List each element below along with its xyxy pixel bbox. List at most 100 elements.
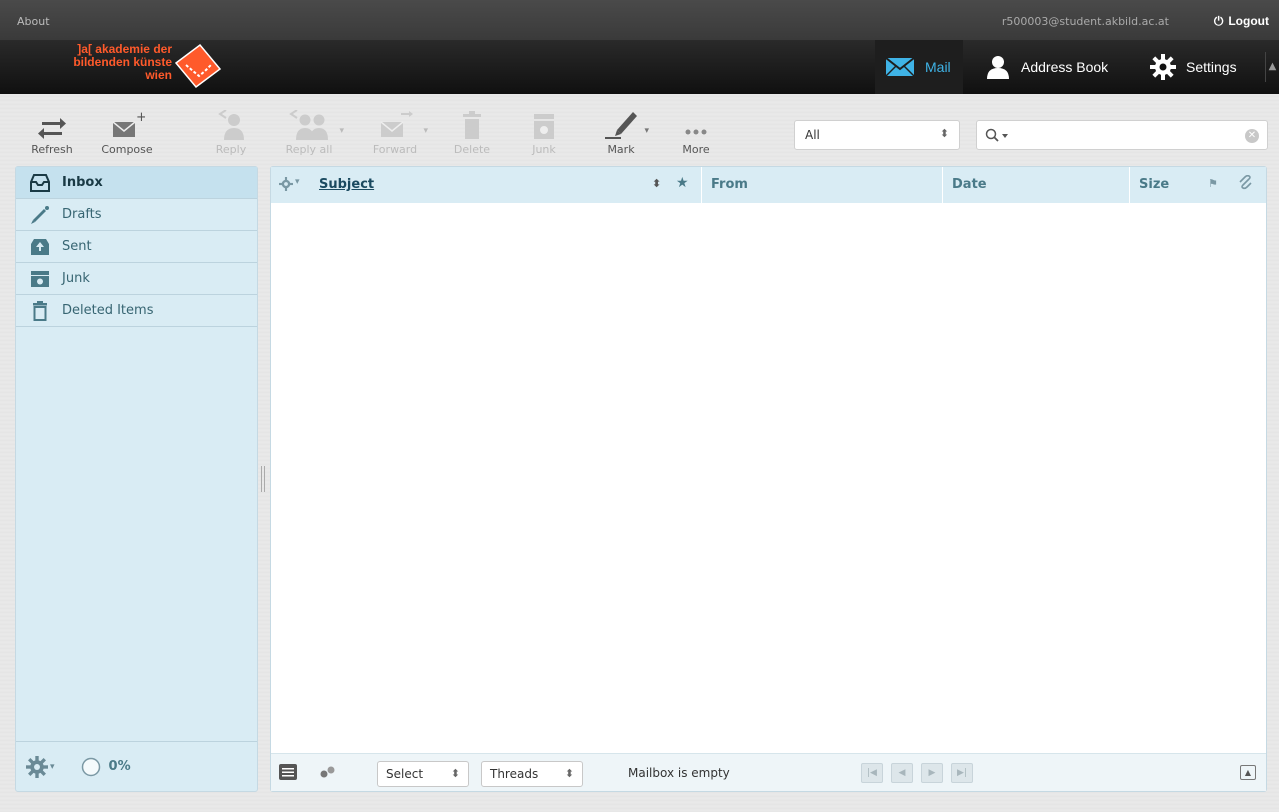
top-line: About r500003@student.akbild.ac.at ⏻ Logo… [0,0,1279,40]
tab-mail-label: Mail [925,59,951,75]
logo[interactable]: ]a[ akademie der bildenden künste wien [36,40,230,94]
next-page-button[interactable]: ▶ [921,763,943,783]
last-page-button[interactable]: ▶| [951,763,973,783]
column-date[interactable]: Date [952,177,987,192]
folder-list: Inbox Drafts Sent Junk Deleted Items ▾ 0… [15,166,258,792]
list-view-icon[interactable] [279,764,297,783]
refresh-icon [38,118,66,139]
header: ]a[ akademie der bildenden künste wien M… [0,40,1279,94]
reply-button[interactable]: Reply [206,108,256,158]
column-separator [942,167,943,203]
list-header: ▾ Subject ⬍ ★ From Date Size ⚑ [271,167,1266,203]
envelope-icon [885,57,915,77]
svg-text:+: + [136,110,145,125]
more-dots-icon [685,129,707,135]
tab-settings[interactable]: Settings [1140,40,1266,94]
delete-button[interactable]: Delete [448,108,496,158]
person-icon [987,56,1009,79]
more-button[interactable]: More [672,108,720,158]
list-options-button[interactable]: ▾ [279,177,300,195]
reply-all-icon [289,110,328,140]
folder-deleted-items[interactable]: Deleted Items [16,295,257,327]
quota-pie-icon [81,757,100,776]
folder-settings-button[interactable]: ▾ [26,755,55,778]
folder-drafts[interactable]: Drafts [16,199,257,231]
sent-icon [30,237,50,257]
forward-label: Forward [372,143,418,156]
refresh-label: Refresh [31,143,73,156]
reply-all-label: Reply all [285,143,333,156]
forward-icon [380,111,413,137]
junk-icon [30,269,50,289]
quota-display: 0% [81,757,131,777]
chevron-down-icon: ▾ [295,177,300,187]
folder-label: Junk [62,271,90,286]
mark-button[interactable]: Mark ▾ [597,108,649,158]
folder-junk[interactable]: Junk [16,263,257,295]
delete-label: Delete [453,143,491,156]
pencil-icon [30,205,50,225]
tab-address-book[interactable]: Address Book [975,40,1133,94]
compose-label: Compose [101,143,153,156]
reply-all-button[interactable]: Reply all ▾ [278,108,344,158]
mark-dropdown-icon: ▾ [644,126,649,136]
tab-mail[interactable]: Mail [875,40,963,94]
message-list: ▾ Subject ⬍ ★ From Date Size ⚑ Select ⬍ … [270,166,1267,792]
select-label: Select [386,767,424,781]
junk-label: Junk [532,143,556,156]
mailbox-status: Mailbox is empty [628,766,730,780]
forward-button[interactable]: Forward ▾ [366,108,428,158]
threads-toggle-icon[interactable] [319,765,337,782]
marker-icon [605,112,637,139]
folder-label: Deleted Items [62,303,154,318]
chevron-down-icon: ▾ [50,761,55,772]
clear-search-icon[interactable]: ✕ [1245,129,1259,143]
reply-icon [218,110,244,140]
tab-address-book-label: Address Book [1021,59,1109,75]
panel-splitter[interactable] [261,466,265,492]
gear-icon [279,177,293,191]
select-arrows-icon: ⬍ [564,767,574,780]
select-arrows-icon: ⬍ [450,767,460,780]
folder-sent[interactable]: Sent [16,231,257,263]
compose-icon: + [112,110,145,137]
star-icon[interactable]: ★ [676,175,689,191]
gear-icon [1150,54,1176,80]
sort-arrows-icon[interactable]: ⬍ [652,177,661,190]
select-dropdown[interactable]: Select ⬍ [377,761,469,787]
flag-icon[interactable]: ⚑ [1208,177,1218,190]
forward-dropdown-icon: ▾ [423,126,428,136]
column-subject[interactable]: Subject [319,177,374,192]
folder-footer: ▾ 0% [16,741,257,791]
select-arrows-icon: ⬍ [939,127,949,140]
preview-toggle-icon[interactable]: ▲ [1240,765,1256,780]
column-from[interactable]: From [711,177,748,192]
first-page-button[interactable]: |◀ [861,763,883,783]
username: r500003@student.akbild.ac.at [1001,15,1169,28]
attachment-icon[interactable] [1238,174,1252,195]
compose-button[interactable]: + Compose [92,108,162,158]
about-link[interactable]: About [17,15,50,28]
column-size[interactable]: Size [1139,177,1169,192]
folder-inbox[interactable]: Inbox [16,167,257,199]
filter-select[interactable]: All ⬍ [794,120,960,150]
refresh-button[interactable]: Refresh [22,108,82,158]
reply-label: Reply [215,143,247,156]
logout-button[interactable]: ⏻ Logout [1214,14,1269,29]
folder-label: Inbox [62,175,103,190]
folder-label: Sent [62,239,92,254]
junk-button[interactable]: Junk [522,108,566,158]
search-icon[interactable] [985,128,1011,147]
tab-settings-label: Settings [1186,59,1237,75]
filter-value: All [805,128,820,142]
power-icon: ⏻ [1213,14,1224,28]
logo-mark-icon [174,43,222,89]
threads-dropdown[interactable]: Threads ⬍ [481,761,583,787]
logo-text: ]a[ akademie der bildenden künste wien [36,43,172,82]
previous-page-button[interactable]: ◀ [891,763,913,783]
quota-text: 0% [108,759,131,774]
search-input[interactable]: ✕ [976,120,1268,150]
mark-label: Mark [607,143,635,156]
trash-icon [463,111,481,139]
collapse-arrow-icon[interactable]: ▲ [1265,52,1279,82]
